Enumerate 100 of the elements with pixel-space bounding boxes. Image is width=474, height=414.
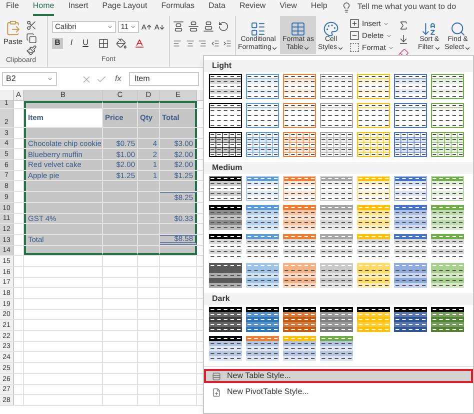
table-cell [160,128,197,138]
ribbon-tab[interactable]: File [6,0,19,16]
table-cell [160,224,197,234]
font-style-button[interactable]: U [80,38,91,48]
caret-icon [106,24,113,30]
ribbon-tab[interactable]: Data [208,0,226,16]
table-style-swatch[interactable] [320,74,353,99]
font-style-button[interactable]: I [66,38,77,48]
table-style-swatch[interactable] [283,74,316,99]
table-style-swatch[interactable] [246,205,279,230]
table-style-swatch[interactable] [431,132,464,157]
table-style-swatch[interactable] [209,336,242,361]
table-style-swatch[interactable] [320,132,353,157]
table-style-swatch[interactable] [431,103,464,128]
table-style-swatch[interactable] [283,307,316,332]
ribbon-tab[interactable]: Page Layout [102,0,148,16]
insert-cells-icon [349,18,360,29]
table-style-swatch[interactable] [209,234,242,259]
align-middle-icon [188,21,199,32]
table-style-swatch[interactable] [283,263,316,288]
table-cell [160,246,197,256]
menu-item[interactable]: New Table Style... [204,369,473,383]
table-style-swatch[interactable] [320,336,353,361]
ribbon-tab[interactable]: Review [239,0,266,16]
table-style-swatch[interactable] [320,263,353,288]
table-style-swatch[interactable] [246,307,279,332]
format-cells-icon [349,42,360,53]
table-style-swatch[interactable] [394,205,427,230]
table-style-swatch[interactable] [209,132,242,157]
table-style-swatch[interactable] [431,307,464,332]
table-style-swatch[interactable] [320,205,353,230]
table-style-swatch[interactable] [246,336,279,361]
autosum-icon [398,20,410,31]
caret-icon [464,44,472,52]
ribbon-tab[interactable]: View [280,0,297,16]
table-style-swatch[interactable] [394,234,427,259]
copy-icon [26,32,37,44]
orientation-icon [218,21,229,32]
caret-icon [434,44,441,52]
tell-me-search[interactable]: Tell me what you want to do [357,1,456,13]
table-style-swatch[interactable] [394,74,427,99]
table-style-swatch[interactable] [431,74,464,99]
table-style-swatch[interactable] [357,205,390,230]
align-bottom-icon [203,21,214,32]
table-style-swatch[interactable] [246,132,279,157]
sort-filter-icon [421,21,438,37]
formula-field[interactable]: Item [129,72,200,86]
caret-icon [130,24,136,30]
ribbon-tab[interactable]: Formulas [161,0,195,16]
font-style-button[interactable]: B [52,38,63,48]
align-left-icon [173,38,182,49]
table-style-swatch[interactable] [394,307,427,332]
section-label: Dark [204,293,473,305]
table-style-swatch[interactable] [357,263,390,288]
table-style-swatch[interactable] [320,307,353,332]
table-style-swatch[interactable] [357,307,390,332]
table-style-swatch[interactable] [431,205,464,230]
ribbon-tab[interactable]: Insert [68,0,88,16]
table-style-swatch[interactable] [394,176,427,201]
table-style-swatch[interactable] [246,234,279,259]
table-style-swatch[interactable] [320,234,353,259]
table-style-swatch[interactable] [431,234,464,259]
table-style-swatch[interactable] [320,103,353,128]
table-style-swatch[interactable] [357,234,390,259]
section-label: Light [204,60,473,72]
table-style-swatch[interactable] [209,205,242,230]
table-style-swatch[interactable] [246,263,279,288]
function-button[interactable]: fx [111,73,126,85]
indent-decrease-icon [210,38,220,49]
borders-icon [98,38,109,48]
table-style-swatch[interactable] [209,74,242,99]
table-style-swatch[interactable] [246,103,279,128]
table-style-swatch[interactable] [394,103,427,128]
clipboard-icon [5,20,21,36]
table-style-swatch[interactable] [209,176,242,201]
table-style-swatch[interactable] [209,263,242,288]
menu-item[interactable]: New PivotTable Style... [204,385,473,399]
table-style-swatch[interactable] [209,103,242,128]
table-style-swatch[interactable] [283,132,316,157]
section-label: Medium [204,162,473,174]
ribbon-tab[interactable]: Help [310,0,328,16]
table-style-swatch[interactable] [283,205,316,230]
table-style-swatch[interactable] [431,263,464,288]
name-box[interactable]: B2 [2,72,57,86]
table-cell [160,181,197,192]
enter-icon [96,74,107,84]
table-style-swatch[interactable] [283,234,316,259]
caret-icon [337,44,344,52]
cancel-icon [81,74,92,84]
table-style-swatch[interactable] [246,74,279,99]
table-icon [290,21,306,37]
table-style-swatch[interactable] [394,263,427,288]
table-style-swatch[interactable] [209,307,242,332]
palette-icon [323,21,340,37]
search-icon [450,21,466,37]
pivot-style-icon [212,388,221,396]
table-style-swatch[interactable] [283,103,316,128]
delete-cells-icon [349,30,360,41]
table-style-swatch[interactable] [394,132,427,157]
table-style-swatch[interactable] [283,336,316,361]
